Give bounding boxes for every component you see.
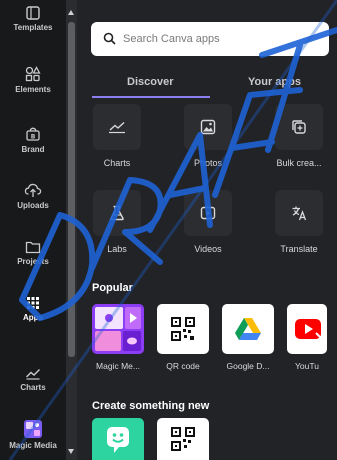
app-card-google-drive[interactable]: Google D... [222, 304, 274, 371]
sidebar-item-uploads[interactable]: Uploads [0, 182, 66, 210]
chart-line-icon [109, 121, 125, 134]
scroll-up-arrow-icon[interactable] [68, 10, 74, 15]
sidebar-item-label: Uploads [17, 201, 49, 210]
sidebar-item-templates[interactable]: Templates [0, 6, 66, 32]
tool-label: Translate [280, 244, 318, 254]
app-label: YouTu [295, 361, 319, 371]
sidebar-item-label: Charts [20, 383, 46, 392]
tool-translate[interactable]: Translate [272, 190, 326, 254]
sidebar-item-elements[interactable]: Elements [0, 66, 66, 94]
app-card-magic-media[interactable]: Magic Me... [92, 304, 144, 371]
search-input[interactable] [123, 31, 319, 47]
sidebar-item-charts[interactable]: Charts [0, 366, 66, 392]
create-card-smiley-app[interactable] [92, 418, 144, 460]
sidebar-item-apps[interactable]: Apps [0, 296, 66, 322]
popular-heading: Popular [92, 282, 133, 294]
scroll-down-arrow-icon[interactable] [68, 449, 74, 454]
tab-your-apps[interactable]: Your apps [248, 76, 301, 88]
tool-label: Videos [194, 244, 222, 254]
sidebar-item-label: Projects [17, 257, 49, 266]
svg-text:B: B [31, 134, 36, 141]
flask-icon [110, 205, 124, 221]
sidebar-item-magic-media[interactable]: Magic Media [0, 420, 66, 450]
apps-grid-icon [27, 297, 39, 309]
app-label: QR code [166, 361, 200, 371]
bulk-create-icon [292, 120, 306, 134]
templates-icon [26, 6, 40, 20]
qr-code-icon [171, 427, 195, 451]
brand-icon: B [26, 127, 40, 141]
tool-photos[interactable]: Photos [181, 104, 235, 168]
tool-labs[interactable]: Labs [90, 190, 144, 254]
tool-label: Photos [193, 158, 223, 168]
sidebar-item-label: Magic Media [9, 441, 57, 450]
app-label: Magic Me... [96, 361, 140, 371]
tool-label: Charts [103, 158, 131, 168]
google-drive-icon [235, 317, 261, 340]
translate-icon [292, 206, 307, 221]
tool-bulk-create[interactable]: Bulk crea... [272, 104, 326, 168]
search-icon [103, 32, 116, 45]
create-heading: Create something new [92, 400, 210, 412]
elements-icon [25, 66, 41, 82]
tool-charts[interactable]: Charts [90, 104, 144, 168]
sidebar-item-label: Brand [21, 145, 45, 154]
sidebar-item-label: Templates [13, 23, 53, 32]
magic-media-app-icon [92, 304, 144, 354]
scrollbar-thumb[interactable] [68, 22, 75, 357]
app-card-qr-code[interactable]: QR code [157, 304, 209, 371]
sidebar-item-brand[interactable]: B Brand [0, 126, 66, 154]
sidebar-item-label: Apps [23, 313, 43, 322]
qr-code-icon [171, 317, 195, 341]
app-label: Google D... [226, 361, 270, 371]
search-box[interactable] [91, 22, 329, 56]
cloud-upload-icon [24, 183, 42, 197]
tool-label: Bulk crea... [276, 158, 322, 168]
magic-media-icon [24, 420, 42, 438]
chevron-right-icon[interactable] [313, 330, 325, 348]
left-sidebar: Templates Elements B Brand Uploads Proje… [0, 0, 66, 460]
sidebar-scrollbar[interactable] [66, 0, 77, 460]
smiley-app-icon [107, 427, 129, 453]
video-icon [200, 206, 216, 220]
tab-discover[interactable]: Discover [127, 76, 173, 88]
photo-icon [200, 119, 216, 135]
folder-icon [25, 241, 41, 254]
sidebar-item-projects[interactable]: Projects [0, 240, 66, 266]
tool-videos[interactable]: Videos [181, 190, 235, 254]
sidebar-item-label: Elements [15, 85, 51, 94]
create-card-qr-code[interactable] [157, 418, 209, 460]
apps-panel: Discover Your apps Charts Photos Bulk cr… [77, 0, 337, 460]
tool-label: Labs [107, 244, 127, 254]
active-tab-indicator [92, 96, 210, 98]
chart-icon [26, 369, 40, 380]
